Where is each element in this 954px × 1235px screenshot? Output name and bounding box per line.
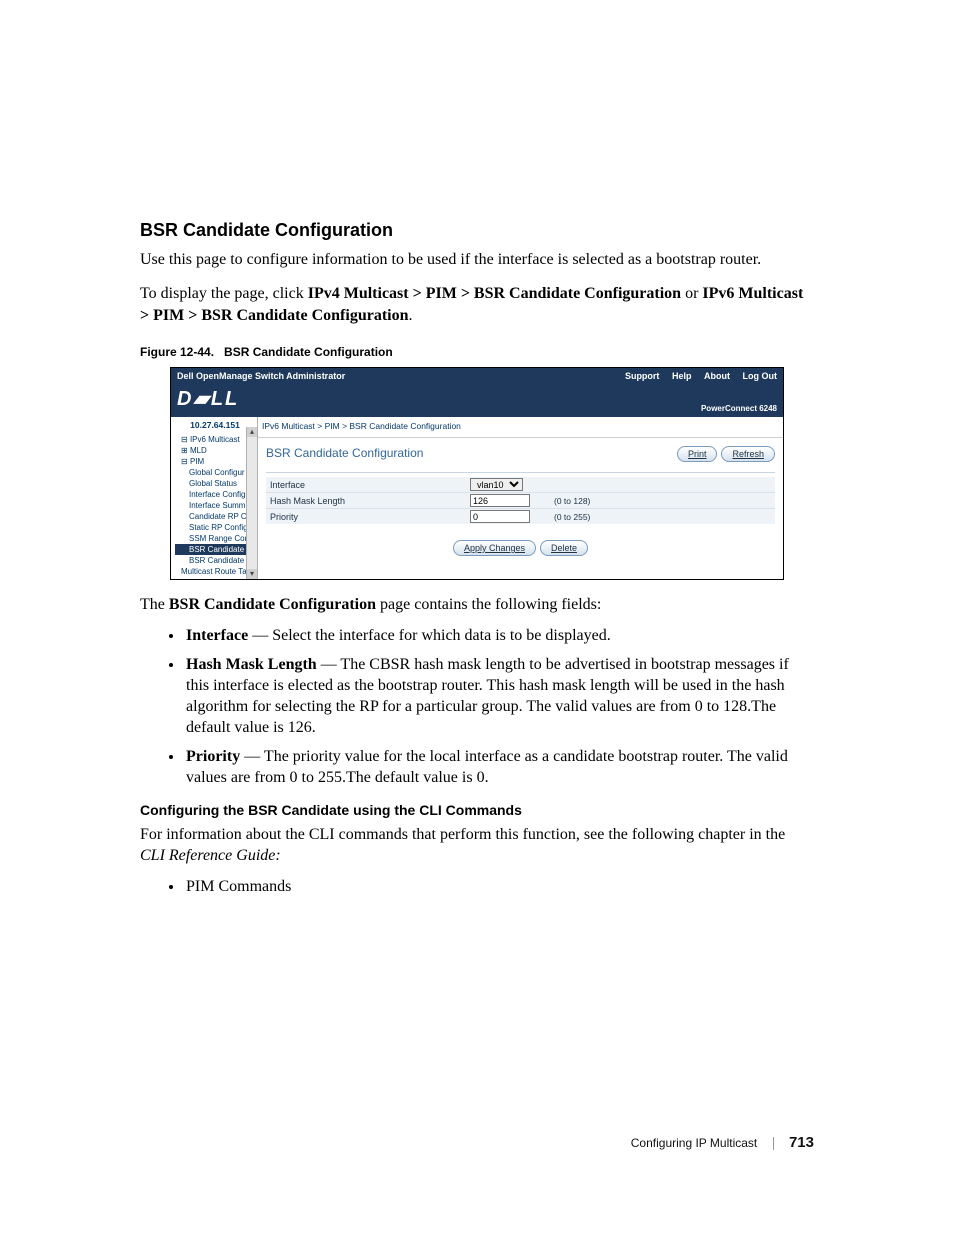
intro-paragraph: Use this page to configure information t… bbox=[140, 249, 814, 271]
delete-button[interactable]: Delete bbox=[540, 540, 588, 556]
tree-root-label: IPv6 Multicast bbox=[190, 435, 240, 444]
topbar-links: Support Help About Log Out bbox=[615, 371, 777, 381]
divider bbox=[266, 472, 775, 473]
nav-or: or bbox=[681, 285, 702, 302]
fields-intro-prefix: The bbox=[140, 596, 169, 613]
form-table: Interface vlan10 Hash Mask Length (0 to … bbox=[266, 477, 775, 524]
field-desc: — The priority value for the local inter… bbox=[186, 748, 788, 786]
interface-label: Interface bbox=[270, 480, 470, 490]
nav-paragraph: To display the page, click IPv4 Multicas… bbox=[140, 283, 814, 327]
fields-intro-bold: BSR Candidate Configuration bbox=[169, 596, 376, 613]
product-label: PowerConnect 6248 bbox=[701, 404, 777, 413]
tree-mld-label: MLD bbox=[190, 446, 207, 455]
tree-pim[interactable]: ⊟ PIM bbox=[175, 456, 257, 467]
interface-select[interactable]: vlan10 bbox=[470, 478, 523, 491]
tree-item[interactable]: Interface Config bbox=[175, 489, 257, 500]
scroll-up-icon[interactable]: ▴ bbox=[247, 427, 257, 437]
field-item: Priority — The priority value for the lo… bbox=[184, 746, 814, 788]
tree-item-selected[interactable]: BSR Candidate bbox=[175, 544, 257, 555]
dell-logo: D▰LL bbox=[177, 388, 239, 410]
field-term: Interface bbox=[186, 627, 248, 644]
nav-prefix: To display the page, click bbox=[140, 285, 308, 302]
footer-page-number: 713 bbox=[789, 1134, 814, 1151]
nav-tree[interactable]: 10.27.64.151 ⊟ IPv6 Multicast ⊞ MLD ⊟ PI… bbox=[171, 417, 258, 579]
tree-item[interactable]: Interface Summ bbox=[175, 500, 257, 511]
panel-title: BSR Candidate Configuration bbox=[266, 446, 423, 460]
cli-para-prefix: For information about the CLI commands t… bbox=[140, 826, 785, 843]
help-link[interactable]: Help bbox=[672, 371, 692, 381]
action-row: Apply Changes Delete bbox=[258, 530, 783, 566]
hash-label: Hash Mask Length bbox=[270, 496, 470, 506]
figure-screenshot: Dell OpenManage Switch Administrator Sup… bbox=[170, 367, 784, 580]
tree-mld[interactable]: ⊞ MLD bbox=[175, 445, 257, 456]
cli-list: PIM Commands bbox=[140, 876, 814, 897]
footer-chapter: Configuring IP Multicast bbox=[631, 1136, 758, 1150]
logo-bar: D▰LL PowerConnect 6248 bbox=[171, 384, 783, 417]
fields-list: Interface — Select the interface for whi… bbox=[140, 625, 814, 788]
cli-list-item: PIM Commands bbox=[184, 876, 814, 897]
nav-period: . bbox=[408, 307, 412, 324]
main-panel: IPv6 Multicast > PIM > BSR Candidate Con… bbox=[258, 417, 783, 579]
fields-intro-suffix: page contains the following fields: bbox=[376, 596, 601, 613]
tree-list: ⊟ IPv6 Multicast ⊞ MLD ⊟ PIM Global Conf… bbox=[173, 432, 257, 579]
scrollbar[interactable]: ▴ ▾ bbox=[246, 427, 257, 579]
priority-range: (0 to 255) bbox=[550, 512, 590, 522]
tree-item[interactable]: SSM Range Cor bbox=[175, 533, 257, 544]
figure-caption-title: BSR Candidate Configuration bbox=[224, 345, 393, 359]
app-title: Dell OpenManage Switch Administrator bbox=[177, 371, 345, 381]
tree-item[interactable]: BSR Candidate bbox=[175, 555, 257, 566]
field-desc: — Select the interface for which data is… bbox=[248, 627, 611, 644]
tree-pim-label: PIM bbox=[190, 457, 204, 466]
page-footer: Configuring IP Multicast 713 bbox=[140, 1134, 814, 1151]
logout-link[interactable]: Log Out bbox=[743, 371, 778, 381]
breadcrumb: IPv6 Multicast > PIM > BSR Candidate Con… bbox=[258, 417, 783, 438]
cli-guide-name: CLI Reference Guide: bbox=[140, 847, 281, 864]
about-link[interactable]: About bbox=[704, 371, 730, 381]
footer-separator bbox=[773, 1137, 774, 1150]
app-topbar: Dell OpenManage Switch Administrator Sup… bbox=[171, 368, 783, 384]
device-ip[interactable]: 10.27.64.151 bbox=[173, 417, 257, 432]
field-term: Priority bbox=[186, 748, 240, 765]
tree-root[interactable]: ⊟ IPv6 Multicast bbox=[175, 434, 257, 445]
figure-caption-prefix: Figure 12-44. bbox=[140, 345, 214, 359]
field-term: Hash Mask Length bbox=[186, 656, 317, 673]
apply-changes-button[interactable]: Apply Changes bbox=[453, 540, 536, 556]
tree-item[interactable]: Global Status bbox=[175, 478, 257, 489]
tree-item[interactable]: Candidate RP C bbox=[175, 511, 257, 522]
hash-input[interactable] bbox=[470, 494, 530, 507]
scroll-down-icon[interactable]: ▾ bbox=[247, 569, 257, 579]
tree-item[interactable]: Global Configur bbox=[175, 467, 257, 478]
figure-caption: Figure 12-44. BSR Candidate Configuratio… bbox=[140, 345, 814, 359]
section-heading: BSR Candidate Configuration bbox=[140, 220, 814, 241]
tree-last[interactable]: Multicast Route Ta bbox=[175, 566, 257, 577]
hash-range: (0 to 128) bbox=[550, 496, 590, 506]
field-item: Hash Mask Length — The CBSR hash mask le… bbox=[184, 654, 814, 738]
priority-input[interactable] bbox=[470, 510, 530, 523]
fields-intro: The BSR Candidate Configuration page con… bbox=[140, 594, 814, 615]
priority-label: Priority bbox=[270, 512, 470, 522]
nav-path-a: IPv4 Multicast > PIM > BSR Candidate Con… bbox=[308, 285, 681, 302]
cli-paragraph: For information about the CLI commands t… bbox=[140, 824, 814, 866]
tree-item[interactable]: Static RP Config bbox=[175, 522, 257, 533]
refresh-button[interactable]: Refresh bbox=[721, 446, 775, 462]
field-item: Interface — Select the interface for whi… bbox=[184, 625, 814, 646]
print-button[interactable]: Print bbox=[677, 446, 718, 462]
cli-subheading: Configuring the BSR Candidate using the … bbox=[140, 802, 814, 818]
support-link[interactable]: Support bbox=[625, 371, 660, 381]
